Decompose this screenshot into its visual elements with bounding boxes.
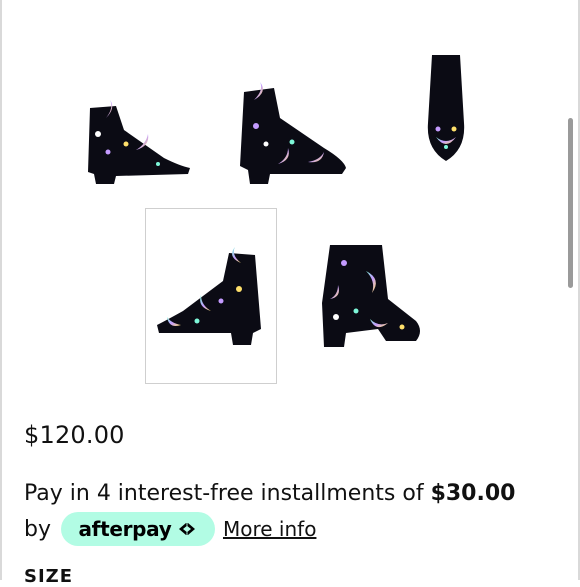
installments-prefix: Pay in 4 interest-free installments of xyxy=(24,481,431,506)
afterpay-arrows-icon xyxy=(178,523,195,535)
boot-image xyxy=(322,245,420,347)
product-image-4[interactable] xyxy=(145,208,277,384)
by-label: by xyxy=(24,516,51,542)
boot-image xyxy=(240,82,346,184)
product-image-5[interactable] xyxy=(300,208,432,384)
scrollbar[interactable] xyxy=(568,118,573,288)
product-image-3[interactable] xyxy=(380,20,512,196)
afterpay-badge[interactable]: afterpay xyxy=(60,512,215,546)
installment-amount: $30.00 xyxy=(430,481,516,506)
afterpay-row: by afterpay More info xyxy=(24,512,316,546)
more-info-link[interactable]: More info xyxy=(223,517,316,541)
boot-image xyxy=(88,100,190,184)
product-price: $120.00 xyxy=(24,421,125,449)
product-image-2[interactable] xyxy=(222,45,354,221)
afterpay-logo-text: afterpay xyxy=(78,517,172,541)
boot-image xyxy=(427,55,465,161)
product-image-1[interactable] xyxy=(70,45,202,221)
size-label: SIZE xyxy=(24,566,74,587)
boot-image xyxy=(157,247,261,345)
left-border xyxy=(0,0,2,580)
installments-text: Pay in 4 interest-free installments of $… xyxy=(24,481,515,506)
